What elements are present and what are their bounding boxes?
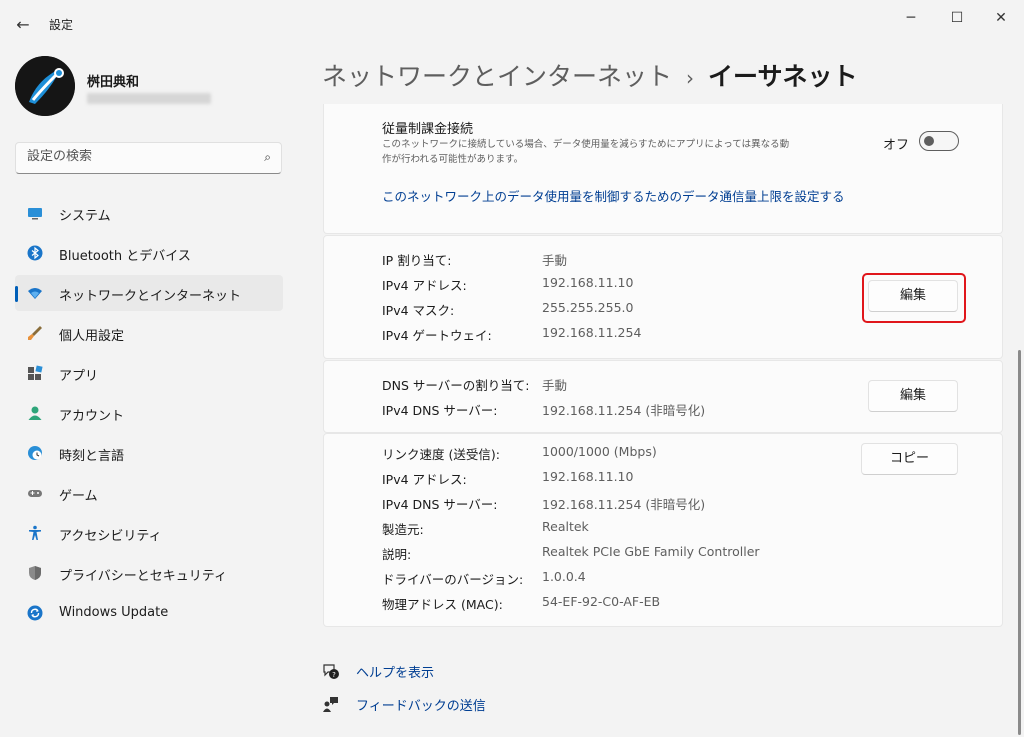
sidebar-item-bluetooth[interactable]: Bluetooth とデバイス — [15, 235, 283, 271]
dns-edit-button[interactable]: 編集 — [868, 380, 958, 412]
sidebar-item-label: アクセシビリティ — [59, 529, 162, 544]
property-label: IPv4 アドレス: — [382, 472, 467, 487]
avatar[interactable] — [15, 56, 75, 116]
update-icon — [27, 605, 43, 621]
sidebar-item-system[interactable]: システム — [15, 195, 283, 231]
brush-icon — [28, 326, 42, 340]
sidebar-item-label: アプリ — [59, 369, 99, 384]
help-link-label: ヘルプを表示 — [356, 666, 435, 681]
property-label: 物理アドレス (MAC): — [382, 597, 503, 612]
search-input[interactable] — [27, 149, 247, 164]
sidebar-item-label: ネットワークとインターネット — [59, 289, 242, 304]
page-title: イーサネット — [708, 62, 858, 91]
metered-connection-card: 従量制課金接続 このネットワークに接続している場合、データ使用量を減らすためにア… — [323, 104, 1003, 234]
toggle-knob — [924, 136, 934, 146]
ipv4-dns-label: IPv4 DNS サーバー: — [382, 403, 498, 418]
sidebar-item-personalization[interactable]: 個人用設定 — [15, 315, 283, 351]
property-value: 54-EF-92-C0-AF-EB — [542, 594, 661, 609]
search-box[interactable]: ⌕ — [15, 142, 282, 174]
ip-assignment-label: IP 割り当て: — [382, 253, 452, 268]
dns-assignment-label: DNS サーバーの割り当て: — [382, 378, 530, 393]
svg-text:?: ? — [332, 671, 336, 679]
sidebar-item-privacy[interactable]: プライバシーとセキュリティ — [15, 555, 283, 591]
sidebar-item-label: プライバシーとセキュリティ — [59, 569, 227, 584]
metered-connection-toggle[interactable] — [919, 131, 959, 151]
breadcrumb-parent[interactable]: ネットワークとインターネット — [322, 62, 672, 91]
ipv4-gateway-label: IPv4 ゲートウェイ: — [382, 328, 492, 343]
wifi-icon — [28, 288, 42, 299]
ipv4-address-label: IPv4 アドレス: — [382, 278, 467, 293]
close-icon: ✕ — [995, 10, 1007, 26]
sidebar-item-label: Windows Update — [59, 605, 169, 620]
property-label: 製造元: — [382, 522, 424, 537]
ipv4-gateway-value: 192.168.11.254 — [542, 325, 642, 340]
help-icon: ? — [323, 664, 339, 679]
ip-assignment-value: 手動 — [542, 253, 568, 268]
sidebar-nav: システム Bluetooth とデバイス ネットワークとインターネット 個人用設… — [15, 195, 283, 635]
metered-connection-description: このネットワークに接続している場合、データ使用量を減らすためにアプリによっては異… — [382, 139, 790, 166]
app-title: 設定 — [49, 18, 74, 32]
sidebar-item-gaming[interactable]: ゲーム — [15, 475, 283, 511]
ipv4-mask-label: IPv4 マスク: — [382, 303, 455, 318]
search-icon[interactable]: ⌕ — [264, 150, 271, 165]
metered-toggle-label: オフ — [883, 138, 910, 153]
user-email-blurred — [87, 93, 211, 104]
minimize-button[interactable]: ─ — [888, 6, 934, 30]
avatar-logo-icon — [15, 56, 75, 116]
sidebar-item-label: 時刻と言語 — [59, 449, 125, 464]
minimize-icon: ─ — [906, 10, 916, 26]
property-label: ドライバーのバージョン: — [382, 572, 524, 587]
property-value: Realtek PCIe GbE Family Controller — [542, 544, 760, 559]
edit-button-highlight — [862, 273, 966, 323]
data-limit-link[interactable]: このネットワーク上のデータ使用量を制御するためのデータ通信量上限を設定する — [382, 186, 845, 205]
sidebar-item-accessibility[interactable]: アクセシビリティ — [15, 515, 283, 551]
title-bar: ← 設定 ─ ☐ ✕ — [0, 0, 1024, 48]
copy-button[interactable]: コピー — [861, 443, 958, 475]
property-value: 192.168.11.254 (非暗号化) — [542, 497, 706, 512]
sidebar-item-label: システム — [59, 209, 111, 224]
ipv4-mask-value: 255.255.255.0 — [542, 300, 634, 315]
monitor-icon — [28, 208, 42, 220]
feedback-icon — [323, 697, 338, 712]
metered-connection-title: 従量制課金接続 — [382, 122, 474, 137]
property-value: Realtek — [542, 519, 589, 534]
sidebar-item-accounts[interactable]: アカウント — [15, 395, 283, 431]
sidebar-item-windows-update[interactable]: Windows Update — [15, 595, 283, 631]
breadcrumb-separator-icon: › — [686, 66, 695, 90]
account-icon — [28, 406, 42, 420]
apps-icon — [28, 365, 43, 380]
maximize-icon: ☐ — [950, 10, 964, 26]
gamepad-icon — [28, 490, 42, 497]
sidebar-item-apps[interactable]: アプリ — [15, 355, 283, 391]
globe-clock-icon — [28, 446, 42, 460]
close-button[interactable]: ✕ — [978, 6, 1024, 30]
sidebar-item-network[interactable]: ネットワークとインターネット — [15, 275, 283, 311]
ipv4-address-value: 192.168.11.10 — [542, 275, 634, 290]
accessibility-icon — [29, 525, 41, 540]
maximize-button[interactable]: ☐ — [934, 6, 980, 30]
shield-icon — [29, 566, 41, 580]
user-name: 桝田典和 — [87, 75, 140, 90]
property-label: リンク速度 (送受信): — [382, 447, 500, 462]
sidebar-item-label: 個人用設定 — [59, 329, 125, 344]
scrollbar[interactable] — [1018, 350, 1021, 735]
sidebar-item-label: Bluetooth とデバイス — [59, 249, 191, 264]
property-label: 説明: — [382, 547, 412, 562]
back-arrow-icon: ← — [16, 15, 30, 34]
sidebar-item-label: アカウント — [59, 409, 125, 424]
ipv4-dns-value: 192.168.11.254 (非暗号化) — [542, 403, 706, 418]
feedback-link-label: フィードバックの送信 — [356, 699, 486, 714]
property-label: IPv4 DNS サーバー: — [382, 497, 498, 512]
dns-assignment-value: 手動 — [542, 378, 568, 393]
breadcrumb: ネットワークとインターネット › イーサネット — [322, 57, 858, 93]
bluetooth-icon — [27, 245, 43, 261]
sidebar-item-time-language[interactable]: 時刻と言語 — [15, 435, 283, 471]
property-value: 1.0.0.4 — [542, 569, 586, 584]
property-value: 1000/1000 (Mbps) — [542, 444, 657, 459]
property-value: 192.168.11.10 — [542, 469, 634, 484]
sidebar-item-label: ゲーム — [59, 489, 98, 504]
back-button[interactable]: ← — [10, 12, 36, 38]
